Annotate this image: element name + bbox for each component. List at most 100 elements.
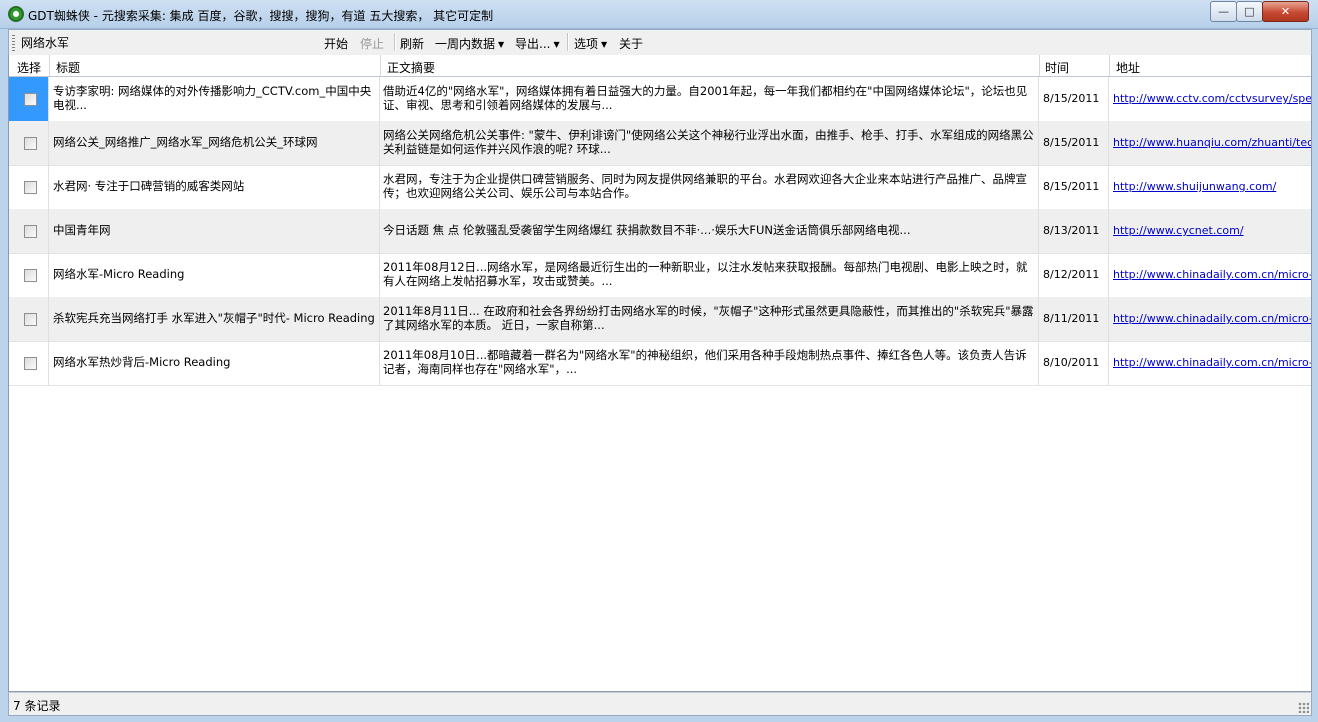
table-row[interactable]: 水君网· 专注于口碑营销的威客类网站 水君网，专注于为企业提供口碑营销服务、同时… (9, 165, 1311, 210)
table-row[interactable]: 中国青年网 今日话题 焦 点 伦敦骚乱受袭留学生网络爆红 获捐款数目不菲·...… (9, 209, 1311, 254)
select-cell[interactable] (9, 77, 49, 121)
title-cell[interactable]: 水君网· 专注于口碑营销的威客类网站 (49, 165, 380, 209)
url-cell[interactable]: http://www.huanqiu.com/zhuanti/tech/p (1109, 121, 1311, 165)
url-cell[interactable]: http://www.shuijunwang.com/ (1109, 165, 1311, 209)
row-url-link[interactable]: http://www.chinadaily.com.cn/micro-read (1113, 268, 1311, 281)
record-count: 7 条记录 (13, 699, 61, 713)
about-button[interactable]: 关于 (619, 35, 643, 52)
row-checkbox[interactable] (24, 225, 37, 238)
select-cell[interactable] (9, 121, 49, 165)
column-divider[interactable] (1109, 55, 1110, 76)
column-divider[interactable] (49, 55, 50, 76)
row-checkbox[interactable] (24, 181, 37, 194)
column-header-url[interactable]: 地址 (1116, 59, 1140, 76)
select-cell[interactable] (9, 253, 49, 297)
row-time: 8/11/2011 (1043, 312, 1100, 325)
toolbar-separator (394, 33, 396, 51)
chevron-down-icon: ▼ (601, 40, 608, 49)
row-title: 水君网· 专注于口碑营销的威客类网站 (53, 179, 245, 193)
export-dropdown[interactable]: 导出... ▼ (515, 35, 560, 52)
row-time: 8/10/2011 (1043, 356, 1100, 369)
close-button[interactable]: ✕ (1262, 1, 1309, 22)
title-cell[interactable]: 网络水军-Micro Reading (49, 253, 380, 297)
row-checkbox[interactable] (24, 137, 37, 150)
url-cell[interactable]: http://www.cycnet.com/ (1109, 209, 1311, 253)
chevron-down-icon: ▼ (553, 40, 560, 49)
column-header-title[interactable]: 标题 (56, 59, 80, 76)
minimize-button[interactable]: — (1210, 1, 1237, 22)
refresh-button[interactable]: 刷新 (400, 35, 424, 52)
row-summary: 网络公关网络危机公关事件: "蒙牛、伊利诽谤门"使网络公关这个神秘行业浮出水面，… (383, 128, 1034, 156)
row-checkbox[interactable] (24, 357, 37, 370)
row-url-link[interactable]: http://www.cctv.com/cctvsurvey/special (1113, 92, 1311, 105)
title-cell[interactable]: 网络水军热炒背后-Micro Reading (49, 341, 380, 385)
resize-grip-icon[interactable] (1298, 702, 1309, 713)
title-bar: GDT蜘蛛侠 - 元搜索采集: 集成 百度，谷歌，搜搜，搜狗，有道 五大搜索， … (0, 0, 1318, 29)
summary-cell[interactable]: 借助近4亿的"网络水军"，网络媒体拥有着日益强大的力量。自2001年起，每一年我… (380, 77, 1039, 121)
row-url-link[interactable]: http://www.cycnet.com/ (1113, 224, 1244, 237)
url-cell[interactable]: http://www.chinadaily.com.cn/micro-read (1109, 253, 1311, 297)
time-cell[interactable]: 8/15/2011 (1039, 121, 1109, 165)
url-cell[interactable]: http://www.cctv.com/cctvsurvey/special (1109, 77, 1311, 121)
stop-button[interactable]: 停止 (360, 35, 384, 52)
row-checkbox[interactable] (24, 313, 37, 326)
row-url-link[interactable]: http://www.chinadaily.com.cn/micro-read (1113, 356, 1311, 369)
column-header-summary[interactable]: 正文摘要 (387, 59, 435, 76)
title-cell[interactable]: 网络公关_网络推广_网络水军_网络危机公关_环球网 (49, 121, 380, 165)
range-dropdown[interactable]: 一周内数据 ▼ (435, 35, 504, 52)
summary-cell[interactable]: 2011年8月11日... 在政府和社会各界纷纷打击网络水军的时候，"灰帽子"这… (380, 297, 1039, 341)
maximize-button[interactable]: □ (1236, 1, 1263, 22)
column-divider[interactable] (1039, 55, 1040, 76)
summary-cell[interactable]: 2011年08月12日...网络水军，是网络最近衍生出的一种新职业，以注水发帖来… (380, 253, 1039, 297)
start-button[interactable]: 开始 (324, 35, 348, 52)
time-cell[interactable]: 8/12/2011 (1039, 253, 1109, 297)
select-cell[interactable] (9, 165, 49, 209)
summary-cell[interactable]: 今日话题 焦 点 伦敦骚乱受袭留学生网络爆红 获捐款数目不菲·...·娱乐大FU… (380, 209, 1039, 253)
chevron-down-icon: ▼ (498, 40, 505, 49)
time-cell[interactable]: 8/13/2011 (1039, 209, 1109, 253)
minimize-icon: — (1218, 5, 1229, 18)
window-title: GDT蜘蛛侠 - 元搜索采集: 集成 百度，谷歌，搜搜，搜狗，有道 五大搜索， … (28, 9, 494, 23)
title-cell[interactable]: 专访李家明: 网络媒体的对外传播影响力_CCTV.com_中国中央电视... (49, 77, 380, 121)
title-cell[interactable]: 中国青年网 (49, 209, 380, 253)
table-row[interactable]: 网络水军热炒背后-Micro Reading 2011年08月10日...都暗藏… (9, 341, 1311, 386)
search-input[interactable] (21, 34, 311, 50)
title-cell[interactable]: 杀软宪兵充当网络打手 水军进入"灰帽子"时代- Micro Reading (49, 297, 380, 341)
time-cell[interactable]: 8/11/2011 (1039, 297, 1109, 341)
toolbar-grip[interactable] (12, 35, 15, 51)
table-row[interactable]: 网络水军-Micro Reading 2011年08月12日...网络水军，是网… (9, 253, 1311, 298)
column-header-select[interactable]: 选择 (17, 59, 41, 76)
row-summary: 2011年08月12日...网络水军，是网络最近衍生出的一种新职业，以注水发帖来… (383, 260, 1028, 288)
row-checkbox[interactable] (24, 93, 37, 106)
url-cell[interactable]: http://www.chinadaily.com.cn/micro-read (1109, 341, 1311, 385)
grid-header: 选择 标题 正文摘要 时间 地址 (9, 55, 1311, 77)
time-cell[interactable]: 8/15/2011 (1039, 165, 1109, 209)
column-divider[interactable] (380, 55, 381, 76)
row-checkbox[interactable] (24, 269, 37, 282)
row-url-link[interactable]: http://www.huanqiu.com/zhuanti/tech/p (1113, 136, 1311, 149)
row-title: 专访李家明: 网络媒体的对外传播影响力_CCTV.com_中国中央电视... (53, 84, 372, 112)
summary-cell[interactable]: 网络公关网络危机公关事件: "蒙牛、伊利诽谤门"使网络公关这个神秘行业浮出水面，… (380, 121, 1039, 165)
row-summary: 借助近4亿的"网络水军"，网络媒体拥有着日益强大的力量。自2001年起，每一年我… (383, 84, 1028, 112)
row-summary: 水君网，专注于为企业提供口碑营销服务、同时为网友提供网络兼职的平台。水君网欢迎各… (383, 172, 1027, 200)
results-grid[interactable]: 选择 标题 正文摘要 时间 地址 专访李家明: 网络媒体的对外传播影响力_CCT… (8, 55, 1312, 692)
row-summary: 2011年8月11日... 在政府和社会各界纷纷打击网络水军的时候，"灰帽子"这… (383, 304, 1034, 332)
time-cell[interactable]: 8/15/2011 (1039, 77, 1109, 121)
table-row[interactable]: 专访李家明: 网络媒体的对外传播影响力_CCTV.com_中国中央电视... 借… (9, 77, 1311, 122)
time-cell[interactable]: 8/10/2011 (1039, 341, 1109, 385)
options-dropdown[interactable]: 选项 ▼ (574, 35, 607, 52)
row-title: 杀软宪兵充当网络打手 水军进入"灰帽子"时代- Micro Reading (53, 311, 375, 325)
select-cell[interactable] (9, 297, 49, 341)
toolbar: 开始 停止 刷新 一周内数据▼ 导出...▼ 选项▼ 关于 (8, 29, 1312, 56)
summary-cell[interactable]: 水君网，专注于为企业提供口碑营销服务、同时为网友提供网络兼职的平台。水君网欢迎各… (380, 165, 1039, 209)
row-url-link[interactable]: http://www.shuijunwang.com/ (1113, 180, 1276, 193)
summary-cell[interactable]: 2011年08月10日...都暗藏着一群名为"网络水军"的神秘组织，他们采用各种… (380, 341, 1039, 385)
url-cell[interactable]: http://www.chinadaily.com.cn/micro-read (1109, 297, 1311, 341)
column-header-time[interactable]: 时间 (1045, 59, 1069, 76)
table-row[interactable]: 杀软宪兵充当网络打手 水军进入"灰帽子"时代- Micro Reading 20… (9, 297, 1311, 342)
row-url-link[interactable]: http://www.chinadaily.com.cn/micro-read (1113, 312, 1311, 325)
toolbar-separator (567, 33, 569, 51)
select-cell[interactable] (9, 341, 49, 385)
select-cell[interactable] (9, 209, 49, 253)
table-row[interactable]: 网络公关_网络推广_网络水军_网络危机公关_环球网 网络公关网络危机公关事件: … (9, 121, 1311, 166)
